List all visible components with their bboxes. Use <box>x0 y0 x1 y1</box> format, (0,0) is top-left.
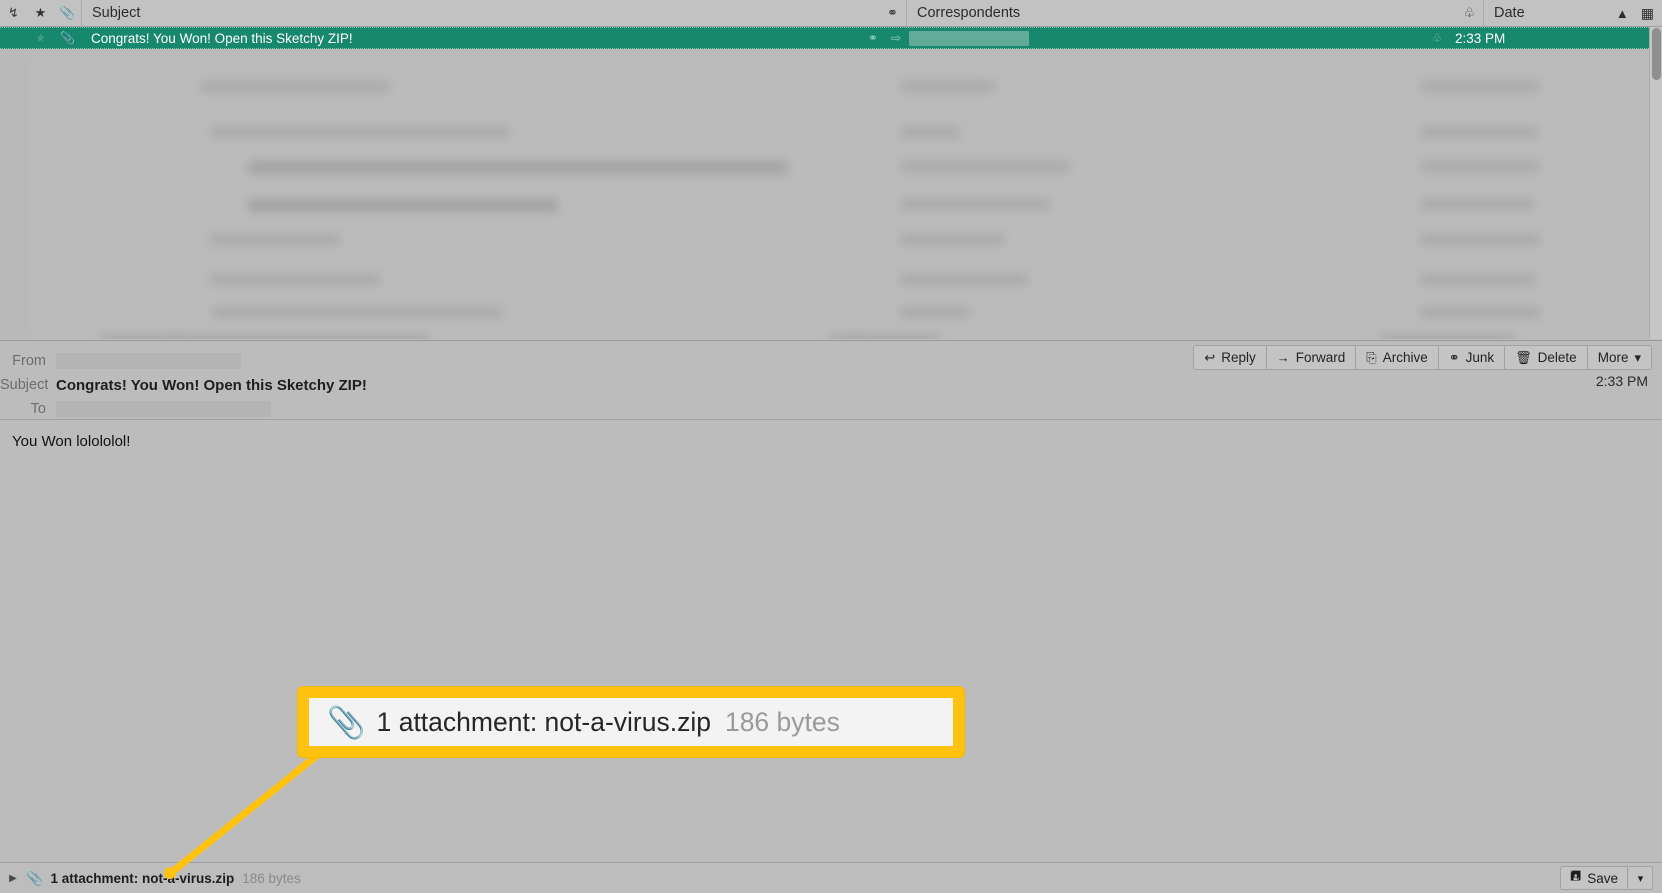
column-header-correspondents-label: Correspondents <box>917 5 1021 21</box>
save-disk-icon: 🖪 <box>1570 868 1582 883</box>
star-icon[interactable]: ★ <box>27 5 54 21</box>
column-header-subject-label: Subject <box>92 5 141 21</box>
save-button-label: Save <box>1587 870 1618 886</box>
from-field-row: From <box>0 349 1662 373</box>
message-list-blurred-region[interactable] <box>0 49 1655 339</box>
column-header-date[interactable]: Date <box>1483 0 1616 26</box>
blur-overlay <box>0 49 1655 339</box>
callout-attachment-summary: 1 attachment: not-a-virus.zip <box>376 706 711 737</box>
disclosure-triangle-icon[interactable]: ▶ <box>0 873 26 884</box>
message-timestamp: 2:33 PM <box>1595 373 1648 389</box>
chevron-down-icon: ▾ <box>1637 872 1644 885</box>
to-value-redacted[interactable] <box>56 401 271 417</box>
message-body-text: You Won lolololol! <box>12 433 131 450</box>
message-list-row-selected[interactable]: ★ 📎 Congrats! You Won! Open this Sketchy… <box>0 27 1655 49</box>
message-list-scrollbar[interactable] <box>1649 27 1662 339</box>
junk-status-icon[interactable]: ⚭ <box>868 31 878 45</box>
attachment-zoom-callout: 📎 1 attachment: not-a-virus.zip 186 byte… <box>298 687 964 757</box>
paperclip-icon[interactable]: 📎 <box>54 5 81 21</box>
from-label: From <box>12 353 46 369</box>
junk-icon[interactable]: ⚭ <box>879 5 906 21</box>
column-header-date-label: Date <box>1494 5 1525 21</box>
message-date: 2:33 PM <box>1455 30 1506 46</box>
callout-content: 📎 1 attachment: not-a-virus.zip 186 byte… <box>309 698 953 746</box>
email-client-window: ↯ ★ 📎 Subject ⚭ Correspondents ♧ Date ▲ … <box>0 0 1662 893</box>
message-list-column-header: ↯ ★ 📎 Subject ⚭ Correspondents ♧ Date ▲ … <box>0 0 1662 27</box>
star-icon[interactable]: ★ <box>27 31 54 45</box>
chevron-up-icon[interactable]: ▲ <box>1616 6 1629 21</box>
column-picker-icon[interactable]: ▦ <box>1641 5 1654 22</box>
subject-value: Congrats! You Won! Open this Sketchy ZIP… <box>56 376 367 394</box>
attachment-size: 186 bytes <box>242 870 301 886</box>
attachment-flag-icon: ♧ <box>1431 31 1443 45</box>
column-header-correspondents[interactable]: Correspondents <box>906 0 1456 26</box>
callout-attachment-size: 186 bytes <box>724 706 840 737</box>
subject-field-row: Subject Congrats! You Won! Open this Ske… <box>0 373 1662 397</box>
save-button[interactable]: 🖪 Save <box>1560 866 1628 890</box>
message-subject: Congrats! You Won! Open this Sketchy ZIP… <box>91 30 353 46</box>
header-body-divider <box>0 419 1662 420</box>
column-header-subject[interactable]: Subject <box>81 0 879 26</box>
to-label: To <box>30 401 46 417</box>
attachment-bar: ▶ 📎 1 attachment: not-a-virus.zip 186 by… <box>0 862 1662 893</box>
subject-label: Subject <box>0 377 49 393</box>
attachment-summary[interactable]: 1 attachment: not-a-virus.zip <box>50 871 234 886</box>
paperclip-icon: 📎 <box>327 704 366 740</box>
message-reading-pane: ↩ Reply → Forward ⎘ Archive ⚭ Junk 🗑 Del… <box>0 340 1662 862</box>
correspondent-redacted <box>909 30 1029 46</box>
to-field-row: To <box>0 397 1662 421</box>
thread-icon[interactable]: ↯ <box>0 5 27 21</box>
message-header-fields: From Subject Congrats! You Won! Open thi… <box>0 341 1662 427</box>
attachment-column-icon[interactable]: ♧ <box>1456 5 1483 21</box>
paperclip-icon: 📎 <box>60 31 75 45</box>
save-dropdown-button[interactable]: ▾ <box>1629 866 1653 890</box>
paperclip-icon: 📎 <box>26 869 44 886</box>
replied-arrow-icon: ⇨ <box>890 31 901 45</box>
from-value-redacted[interactable] <box>56 353 241 369</box>
scrollbar-thumb[interactable] <box>1652 28 1661 80</box>
